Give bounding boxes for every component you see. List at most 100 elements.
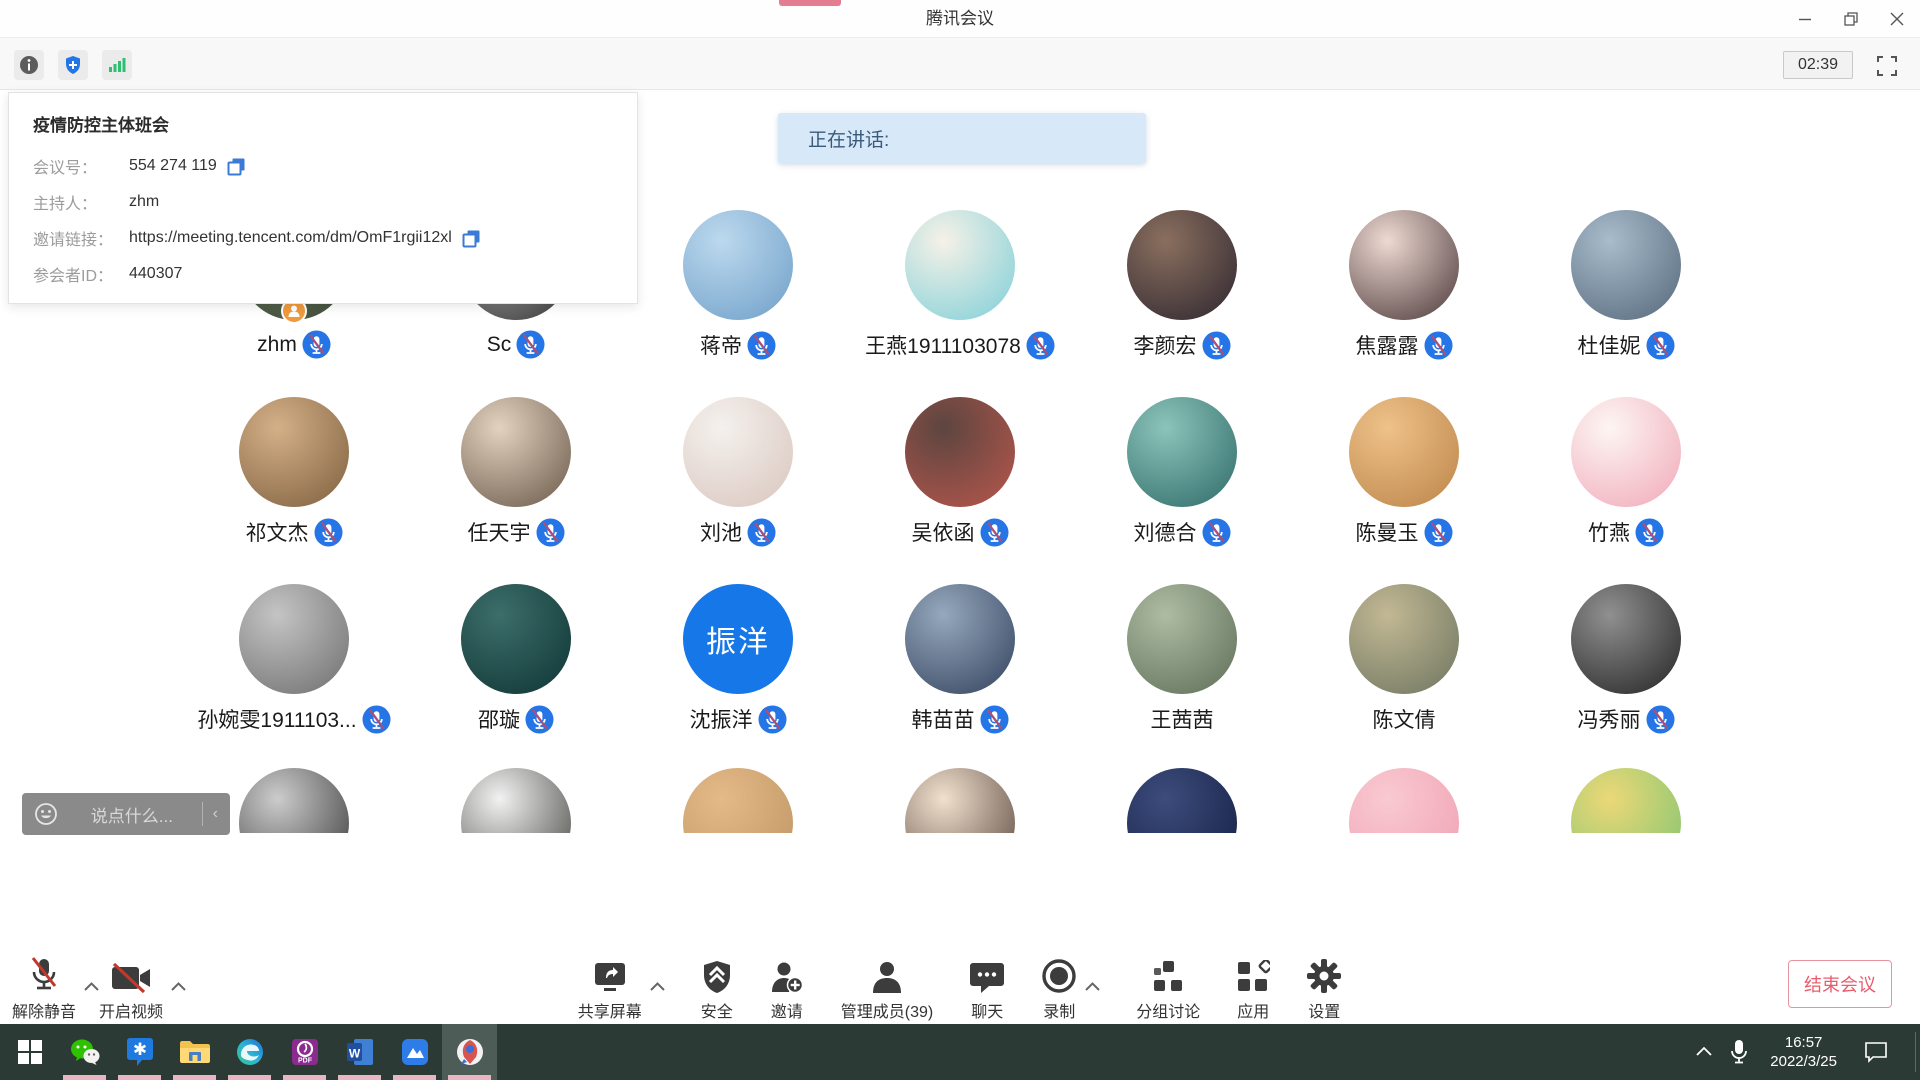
participant-tile[interactable]: 王茜茜	[1071, 584, 1293, 744]
tray-microphone-icon[interactable]	[1730, 1039, 1748, 1065]
participant-tile[interactable]	[849, 768, 1071, 833]
chat-collapse-button[interactable]: ‹	[209, 805, 222, 823]
participant-name-row: 王燕1911103078	[865, 330, 1055, 360]
shield-icon	[63, 55, 83, 75]
meeting-timer: 02:39	[1783, 51, 1853, 79]
muted-mic-icon[interactable]	[980, 705, 1009, 734]
muted-mic-icon[interactable]	[758, 705, 787, 734]
taskbar-app-meeting[interactable]	[387, 1024, 442, 1080]
toolbar-security[interactable]: 安全	[701, 956, 733, 1022]
taskbar-app-foxit[interactable]: PDF	[277, 1024, 332, 1080]
participant-name: 沈振洋	[690, 704, 753, 734]
show-desktop-divider[interactable]	[1915, 1032, 1916, 1072]
taskbar-app-meeting-active[interactable]	[442, 1024, 497, 1080]
participant-avatar	[683, 768, 793, 833]
participant-avatar	[461, 584, 571, 694]
taskbar-clock[interactable]: 16:57 2022/3/25	[1770, 1033, 1837, 1071]
muted-mic-icon[interactable]	[1026, 331, 1055, 360]
participant-tile[interactable]: 刘德合	[1071, 397, 1293, 557]
participant-avatar	[683, 397, 793, 507]
minimize-button[interactable]	[1782, 0, 1828, 38]
taskbar-app-start[interactable]	[2, 1024, 57, 1080]
toolbar-settings[interactable]: 设置	[1306, 956, 1342, 1022]
toolbar-members[interactable]: 管理成员(39)	[841, 956, 933, 1022]
muted-mic-icon[interactable]	[1635, 518, 1664, 547]
chat-quick-bar[interactable]: 说点什么... ‹	[22, 793, 230, 835]
participant-tile[interactable]: 王燕1911103078	[849, 210, 1071, 370]
muted-mic-icon[interactable]	[1424, 518, 1453, 547]
muted-mic-icon[interactable]	[747, 518, 776, 547]
participant-tile[interactable]: 陈曼玉	[1293, 397, 1515, 557]
participant-avatar	[461, 768, 571, 833]
muted-mic-icon[interactable]	[1202, 518, 1231, 547]
chevron-up-icon[interactable]	[650, 978, 665, 996]
participant-tile[interactable]	[1293, 768, 1515, 833]
participant-tile[interactable]: 振洋沈振洋	[627, 584, 849, 744]
taskbar-app-tim[interactable]: ✱	[112, 1024, 167, 1080]
toolbar-label: 管理成员(39)	[841, 998, 933, 1022]
info-icon	[19, 55, 39, 75]
participant-tile[interactable]: 竹燕	[1515, 397, 1737, 557]
participant-tile[interactable]: 任天宇	[405, 397, 627, 557]
participant-tile[interactable]: 孙婉雯1911103...	[183, 584, 405, 744]
taskbar-app-wechat[interactable]	[57, 1024, 112, 1080]
toolbar-record[interactable]: 录制	[1041, 956, 1077, 1022]
participant-tile[interactable]: 冯秀丽	[1515, 584, 1737, 744]
participant-tile[interactable]	[627, 768, 849, 833]
participant-tile[interactable]	[405, 768, 627, 833]
participant-tile[interactable]: 焦露露	[1293, 210, 1515, 370]
muted-mic-icon[interactable]	[302, 330, 331, 359]
copy-icon[interactable]	[462, 229, 481, 248]
restore-button[interactable]	[1828, 0, 1874, 38]
muted-mic-icon[interactable]	[1646, 331, 1675, 360]
participant-name: 孙婉雯1911103...	[197, 704, 356, 734]
participant-tile[interactable]: 李颜宏	[1071, 210, 1293, 370]
action-center-icon[interactable]	[1863, 1040, 1889, 1064]
emoji-icon[interactable]	[34, 802, 58, 826]
participant-name-row: 蒋帝	[700, 330, 776, 360]
participant-tile[interactable]: 刘池	[627, 397, 849, 557]
close-button[interactable]	[1874, 0, 1920, 38]
muted-mic-icon[interactable]	[1424, 331, 1453, 360]
participant-name-row: 竹燕	[1588, 517, 1664, 547]
participant-tile[interactable]: 祁文杰	[183, 397, 405, 557]
muted-mic-icon[interactable]	[1202, 331, 1231, 360]
participant-tile[interactable]: 韩苗苗	[849, 584, 1071, 744]
participant-tile[interactable]: 吴依函	[849, 397, 1071, 557]
participant-tile[interactable]: 杜佳妮	[1515, 210, 1737, 370]
toolbar-breakout[interactable]: 分组讨论	[1136, 956, 1200, 1022]
toolbar-invite[interactable]: 邀请	[769, 956, 805, 1022]
muted-mic-icon[interactable]	[362, 705, 391, 734]
taskbar-app-word[interactable]: W	[332, 1024, 387, 1080]
tray-expand-icon[interactable]	[1696, 1043, 1712, 1061]
end-meeting-button[interactable]: 结束会议	[1788, 960, 1892, 1008]
participant-tile[interactable]: 邵璇	[405, 584, 627, 744]
participant-tile[interactable]	[1515, 768, 1737, 833]
participant-name-row: 焦露露	[1356, 330, 1453, 360]
copy-icon[interactable]	[227, 157, 246, 176]
meeting-info-button[interactable]	[14, 50, 44, 80]
network-quality-button[interactable]	[102, 50, 132, 80]
security-status-button[interactable]	[58, 50, 88, 80]
muted-mic-icon[interactable]	[525, 705, 554, 734]
muted-mic-icon[interactable]	[747, 331, 776, 360]
taskbar-app-edge[interactable]	[222, 1024, 277, 1080]
muted-mic-icon[interactable]	[536, 518, 565, 547]
chat-input[interactable]: 说点什么...	[68, 802, 196, 827]
muted-mic-icon[interactable]	[314, 518, 343, 547]
participant-name: 任天宇	[468, 517, 531, 547]
participant-tile[interactable]: 蒋帝	[627, 210, 849, 370]
participant-tile[interactable]: 陈文倩	[1293, 584, 1515, 744]
taskbar-app-explorer[interactable]	[167, 1024, 222, 1080]
participant-tile[interactable]	[1071, 768, 1293, 833]
muted-mic-icon[interactable]	[516, 330, 545, 359]
active-speaker-label: 正在讲话:	[808, 125, 889, 152]
toolbar-share-screen[interactable]: 共享屏幕	[578, 956, 642, 1022]
muted-mic-icon[interactable]	[980, 518, 1009, 547]
muted-mic-icon[interactable]	[1646, 705, 1675, 734]
chevron-up-icon[interactable]	[1085, 978, 1100, 996]
running-app-indicator	[393, 1075, 436, 1080]
fullscreen-button[interactable]	[1874, 53, 1900, 79]
toolbar-apps[interactable]: 应用	[1236, 956, 1270, 1022]
toolbar-chat[interactable]: 聊天	[969, 956, 1005, 1022]
